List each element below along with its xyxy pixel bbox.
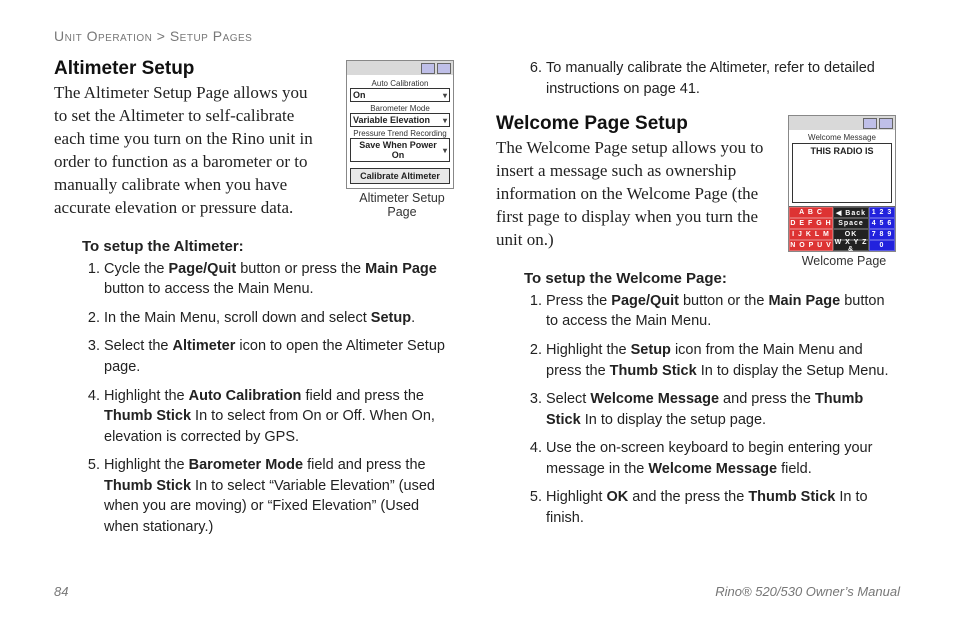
altimeter-figure: Auto Calibration On▾ Barometer Mode Vari… — [346, 60, 458, 219]
list-item: Use the on-screen keyboard to begin ente… — [546, 438, 900, 479]
welcome-steps-title: To setup the Welcome Page: — [524, 270, 900, 287]
altimeter-steps: Cycle the Page/Quit button or press the … — [54, 259, 458, 538]
altimeter-intro: The Altimeter Setup Page allows you to s… — [54, 82, 324, 220]
auto-cal-label: Auto Calibration — [350, 79, 450, 88]
chevron-down-icon: ▾ — [443, 91, 447, 100]
baro-label: Barometer Mode — [350, 104, 450, 113]
list-item: Highlight the Setup icon from the Main M… — [546, 340, 900, 381]
keyboard-key: Space — [833, 218, 869, 229]
welcome-figure: Welcome Message THIS RADIO IS A B CD E F… — [788, 115, 900, 268]
list-item: Highlight the Auto Calibration field and… — [104, 386, 458, 448]
keyboard-key: A B C — [789, 207, 833, 218]
altimeter-steps-title: To setup the Altimeter: — [82, 238, 458, 255]
keyboard-key: W X Y Z & — [833, 240, 869, 251]
altimeter-step-6: To manually calibrate the Altimeter, ref… — [496, 58, 900, 99]
keyboard-key: N O P U V — [789, 240, 833, 251]
right-column: To manually calibrate the Altimeter, ref… — [496, 58, 900, 546]
window-icon — [863, 118, 877, 129]
list-item: Highlight OK and the press the Thumb Sti… — [546, 487, 900, 528]
keyboard-key: I J K L M — [789, 229, 833, 240]
trend-label: Pressure Trend Recording — [350, 129, 450, 138]
list-item: Cycle the Page/Quit button or press the … — [104, 259, 458, 300]
altimeter-figure-caption: Altimeter Setup Page — [346, 191, 458, 219]
welcome-steps: Press the Page/Quit button or the Main P… — [496, 291, 900, 529]
altimeter-heading: Altimeter Setup — [54, 58, 324, 80]
chevron-down-icon: ▾ — [443, 146, 447, 155]
list-item: Select the Altimeter icon to open the Al… — [104, 336, 458, 377]
trend-field: Save When Power On▾ — [350, 138, 450, 162]
keyboard-key: ◀ Back — [833, 207, 869, 218]
breadcrumb: Unit Operation > Setup Pages — [54, 28, 900, 44]
keyboard-key: 7 8 9 — [869, 229, 895, 240]
calibrate-button: Calibrate Altimeter — [350, 168, 450, 184]
welcome-msg-text: THIS RADIO IS — [792, 143, 892, 203]
list-item: Select Welcome Message and press the Thu… — [546, 389, 900, 430]
keyboard-key: 4 5 6 — [869, 218, 895, 229]
welcome-msg-label: Welcome Message — [792, 133, 892, 142]
page-number: 84 — [54, 584, 68, 599]
close-icon — [437, 63, 451, 74]
onscreen-keyboard: A B CD E F G HI J K L MN O P U V ◀ BackS… — [789, 206, 895, 251]
welcome-figure-caption: Welcome Page — [788, 254, 900, 268]
welcome-intro: The Welcome Page setup allows you to ins… — [496, 137, 776, 252]
welcome-heading: Welcome Page Setup — [496, 113, 776, 135]
baro-field: Variable Elevation▾ — [350, 113, 450, 127]
keyboard-key: 0 — [869, 240, 895, 251]
list-item: In the Main Menu, scroll down and select… — [104, 308, 458, 329]
window-icon — [421, 63, 435, 74]
list-item: Highlight the Barometer Mode field and p… — [104, 455, 458, 537]
list-item: Press the Page/Quit button or the Main P… — [546, 291, 900, 332]
close-icon — [879, 118, 893, 129]
keyboard-key: D E F G H — [789, 218, 833, 229]
manual-title: Rino® 520/530 Owner’s Manual — [715, 584, 900, 599]
auto-cal-field: On▾ — [350, 88, 450, 102]
left-column: Altimeter Setup The Altimeter Setup Page… — [54, 58, 458, 546]
keyboard-key: 1 2 3 — [869, 207, 895, 218]
chevron-down-icon: ▾ — [443, 116, 447, 125]
list-item: To manually calibrate the Altimeter, ref… — [546, 58, 900, 99]
